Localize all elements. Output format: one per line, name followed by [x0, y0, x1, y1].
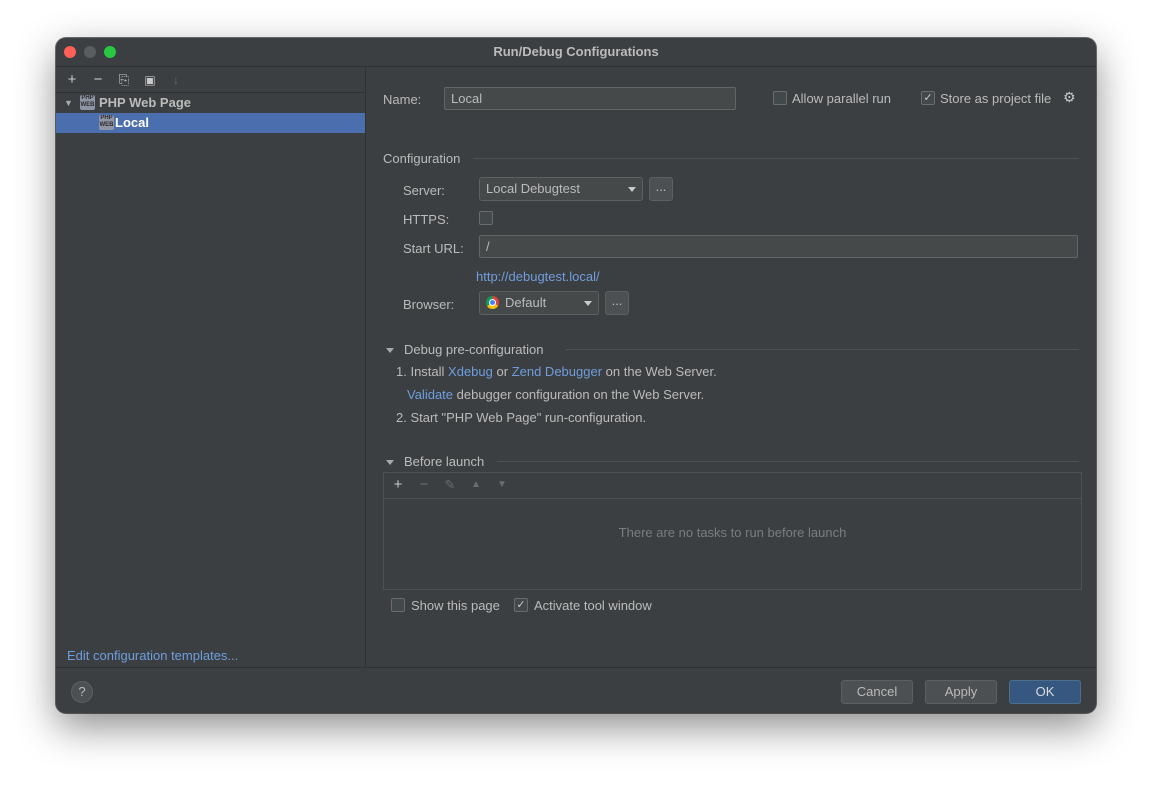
edit-templates-link[interactable]: Edit configuration templates... — [67, 648, 238, 663]
browser-value: Default — [505, 295, 547, 310]
debug-validate-line: Validate debugger configuration on the W… — [407, 387, 704, 402]
php-icon: PHP WEB — [80, 95, 95, 110]
allow-parallel-label: Allow parallel run — [792, 91, 891, 106]
server-select[interactable]: Local Debugtest — [479, 177, 643, 201]
help-button[interactable]: ? — [71, 681, 93, 703]
dialog-footer: ? Cancel Apply OK — [56, 667, 1096, 713]
show-page-label: Show this page — [411, 598, 500, 613]
tree-item-local[interactable]: PHP WEB Local — [56, 113, 365, 133]
chevron-down-icon — [584, 301, 592, 306]
xdebug-link[interactable]: Xdebug — [448, 364, 493, 379]
move-down-icon[interactable]: ▼ — [492, 475, 512, 495]
browser-select[interactable]: Default — [479, 291, 599, 315]
ok-button[interactable]: OK — [1009, 680, 1081, 704]
activate-tool-window-label: Activate tool window — [534, 598, 652, 613]
remove-task-icon[interactable]: − — [414, 475, 434, 495]
tree-group-php-web-page[interactable]: ▼ PHP WEB PHP Web Page — [56, 93, 365, 113]
copy-icon[interactable]: ⎘ — [114, 70, 134, 90]
chrome-icon — [486, 296, 499, 309]
start-url-input[interactable]: / — [479, 235, 1078, 258]
https-checkbox[interactable] — [479, 211, 493, 225]
browser-label: Browser: — [403, 297, 455, 312]
debug-step-1: 1. Install Xdebug or Zend Debugger on th… — [396, 364, 717, 379]
section-divider — [566, 349, 1079, 350]
before-launch-list: + − ✎ ▲ ▼ There are no tasks to run befo… — [383, 472, 1082, 590]
chevron-down-icon — [628, 187, 636, 192]
name-label: Name: — [383, 92, 422, 107]
validate-suffix: debugger configuration on the Web Server… — [456, 387, 705, 402]
activate-tool-window-checkbox[interactable]: ✓ — [514, 598, 528, 612]
server-browse-button[interactable]: ... — [649, 177, 673, 201]
start-url-label: Start URL: — [403, 241, 464, 256]
before-launch-toolbar: + − ✎ ▲ ▼ — [384, 473, 1081, 499]
collapse-triangle-icon[interactable] — [386, 348, 394, 353]
collapse-triangle-icon[interactable] — [386, 460, 394, 465]
title-bar: Run/Debug Configurations — [56, 38, 1096, 67]
browser-browse-button[interactable]: ... — [605, 291, 629, 315]
gear-icon[interactable]: ⚙ — [1063, 89, 1076, 106]
before-launch-title[interactable]: Before launch — [404, 454, 484, 469]
add-icon[interactable]: + — [62, 70, 82, 90]
run-debug-dialog: Run/Debug Configurations + − ⎘ ▣ ↓ ▼ PHP… — [56, 38, 1096, 713]
name-input[interactable]: Local — [444, 87, 736, 110]
apply-button[interactable]: Apply — [925, 680, 997, 704]
server-label: Server: — [403, 183, 445, 198]
step1-prefix: 1. Install — [396, 364, 445, 379]
step1-or: or — [496, 364, 509, 379]
validate-link[interactable]: Validate — [407, 387, 453, 402]
server-value: Local Debugtest — [486, 181, 580, 196]
store-project-label: Store as project file — [940, 91, 1052, 106]
section-divider — [473, 158, 1079, 159]
configuration-editor: Name: Local Allow parallel run ✓ Store a… — [366, 67, 1096, 667]
sort-icon[interactable]: ↓ — [166, 70, 186, 90]
no-tasks-message: There are no tasks to run before launch — [618, 525, 847, 540]
debug-step-2: 2. Start "PHP Web Page" run-configuratio… — [396, 410, 647, 425]
step1-suffix: on the Web Server. — [605, 364, 717, 379]
allow-parallel-checkbox[interactable] — [773, 91, 787, 105]
window-title: Run/Debug Configurations — [493, 44, 659, 59]
tree-group-label: PHP Web Page — [99, 95, 191, 110]
chevron-down-icon[interactable]: ▼ — [64, 93, 73, 113]
debug-pre-title[interactable]: Debug pre-configuration — [404, 342, 543, 357]
folder-icon[interactable]: ▣ — [140, 70, 160, 90]
resolved-url-link[interactable]: http://debugtest.local/ — [476, 269, 600, 284]
edit-task-icon[interactable]: ✎ — [440, 475, 460, 495]
remove-icon[interactable]: − — [88, 70, 108, 90]
cancel-button[interactable]: Cancel — [841, 680, 913, 704]
php-icon: PHP WEB — [99, 115, 114, 130]
tree-item-label: Local — [115, 115, 149, 130]
add-task-icon[interactable]: + — [388, 475, 408, 495]
store-project-checkbox[interactable]: ✓ — [921, 91, 935, 105]
move-up-icon[interactable]: ▲ — [466, 475, 486, 495]
https-label: HTTPS: — [403, 212, 450, 227]
configuration-section-title: Configuration — [383, 151, 461, 166]
show-page-checkbox[interactable] — [391, 598, 405, 612]
configurations-tree-panel: + − ⎘ ▣ ↓ ▼ PHP WEB PHP Web Page PHP WEB L… — [56, 67, 366, 667]
section-divider — [497, 461, 1079, 462]
zend-debugger-link[interactable]: Zend Debugger — [512, 364, 602, 379]
